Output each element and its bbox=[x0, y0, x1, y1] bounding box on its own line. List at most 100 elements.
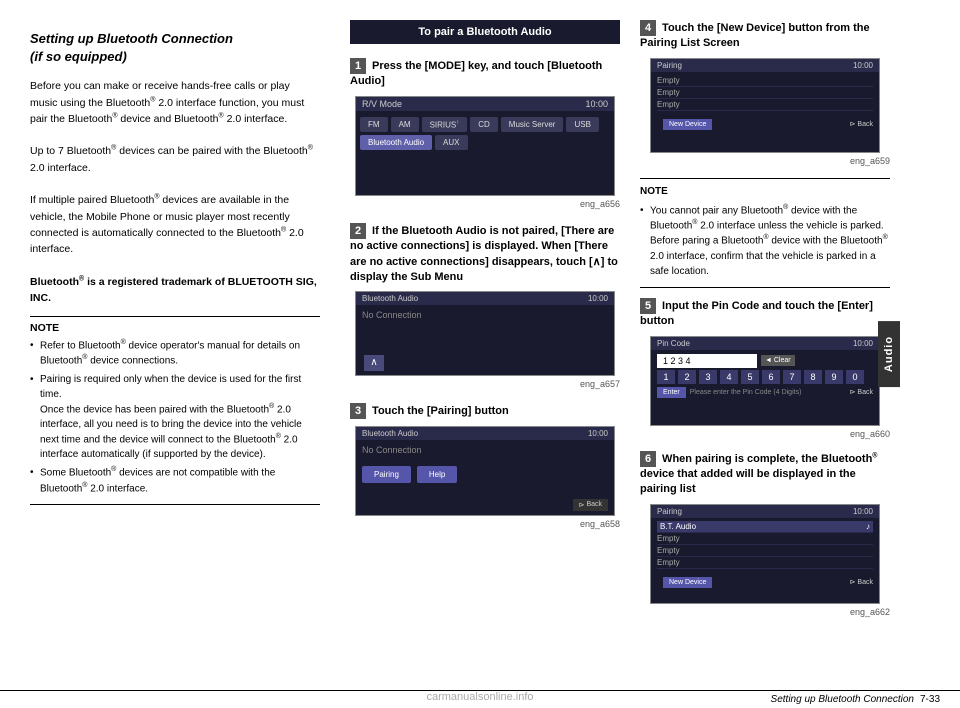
radio-screen-caption: eng_a656 bbox=[350, 199, 620, 209]
plist-time: 10:00 bbox=[853, 61, 873, 70]
pairing-no-conn: No Connection bbox=[362, 441, 422, 459]
pin-clear-btn[interactable]: ◄ Clear bbox=[761, 355, 795, 366]
pin-8[interactable]: 8 bbox=[804, 370, 822, 384]
pin-placeholder: Please enter the Pin Code (4 Digits) bbox=[690, 389, 802, 396]
left-note-title: NOTE bbox=[30, 322, 320, 334]
note-item-3: Some Bluetooth® devices are not compatib… bbox=[30, 465, 320, 496]
pin-back-btn[interactable]: ⊳ Back bbox=[850, 388, 873, 396]
bt-noconn-caption: eng_a657 bbox=[350, 379, 620, 389]
pairing-back-btn[interactable]: ⊳ Back bbox=[573, 499, 608, 511]
right-note-box: NOTE You cannot pair any Bluetooth® devi… bbox=[640, 178, 890, 288]
section-title: Setting up Bluetooth Connection (if so e… bbox=[30, 30, 320, 66]
right-column: 4 Touch the [New Device] button from the… bbox=[630, 0, 900, 708]
step-5-label: 5 Input the Pin Code and touch the [Ente… bbox=[640, 298, 890, 330]
intro-text: Before you can make or receive hands-fre… bbox=[30, 78, 320, 306]
pin-0[interactable]: 0 bbox=[846, 370, 864, 384]
radio-screen-time: 10:00 bbox=[585, 99, 608, 109]
pairing-screen-time: 10:00 bbox=[588, 429, 608, 438]
step-4-num: 4 bbox=[640, 20, 656, 36]
left-note-list: Refer to Bluetooth® device operator's ma… bbox=[30, 338, 320, 496]
step-6-num: 6 bbox=[640, 451, 656, 467]
bt-noconn-screen: Bluetooth Audio 10:00 No Connection ∧ bbox=[355, 291, 615, 376]
step-4-label: 4 Touch the [New Device] button from the… bbox=[640, 20, 890, 52]
complete-item-2: Empty bbox=[657, 533, 873, 545]
pairing-screen-topbar: Bluetooth Audio 10:00 bbox=[356, 427, 614, 440]
bluetooth-audio-btn[interactable]: Bluetooth Audio bbox=[360, 135, 432, 150]
usb-btn[interactable]: USB bbox=[566, 117, 598, 133]
step-2-num: 2 bbox=[350, 223, 366, 239]
plist-bottom: New Device ⊳ Back bbox=[651, 114, 879, 135]
plist-item-2: Empty bbox=[657, 87, 873, 99]
complete-item-4: Empty bbox=[657, 557, 873, 569]
pin-topbar: Pin Code 10:00 bbox=[651, 337, 879, 350]
aux-btn[interactable]: AUX bbox=[435, 135, 467, 150]
pin-code-screen: Pin Code 10:00 1 2 3 4 ◄ Clear 1 2 3 4 5… bbox=[650, 336, 880, 426]
complete-time: 10:00 bbox=[853, 507, 873, 516]
new-device-btn[interactable]: New Device bbox=[663, 119, 712, 130]
pin-numpad: 1 2 3 4 5 6 7 8 9 0 bbox=[651, 370, 879, 384]
step-5-num: 5 bbox=[640, 298, 656, 314]
no-conn-status: No Connection bbox=[362, 306, 422, 324]
complete-new-device-btn[interactable]: New Device bbox=[663, 577, 712, 588]
left-note-box: NOTE Refer to Bluetooth® device operator… bbox=[30, 316, 320, 505]
right-note-list: You cannot pair any Bluetooth® device wi… bbox=[640, 203, 890, 279]
step-3-num: 3 bbox=[350, 403, 366, 419]
pin-title: Pin Code bbox=[657, 339, 690, 348]
complete-back-btn[interactable]: ⊳ Back bbox=[850, 578, 873, 586]
step-5-block: 5 Input the Pin Code and touch the [Ente… bbox=[640, 298, 890, 439]
step-3-label: 3 Touch the [Pairing] button bbox=[350, 403, 620, 419]
pairing-screen-area: No Connection bbox=[356, 440, 614, 460]
plist-items: Empty Empty Empty bbox=[651, 72, 879, 114]
right-note-title: NOTE bbox=[640, 184, 890, 199]
right-note-item-1: You cannot pair any Bluetooth® device wi… bbox=[640, 203, 890, 279]
submenu-arrow-btn[interactable]: ∧ bbox=[364, 355, 384, 371]
left-column: Setting up Bluetooth Connection (if so e… bbox=[0, 0, 340, 708]
step-3-block: 3 Touch the [Pairing] button Bluetooth A… bbox=[350, 403, 620, 528]
step-6-label: 6 When pairing is complete, the Bluetoot… bbox=[640, 451, 890, 498]
complete-title: Pairing bbox=[657, 507, 682, 516]
pin-1[interactable]: 1 bbox=[657, 370, 675, 384]
radio-screen: R/V Mode 10:00 FM AM SIRIUS↑ CD Music Se… bbox=[355, 96, 615, 196]
watermark: carmanualsonline.info bbox=[426, 691, 533, 703]
bt-noconn-time: 10:00 bbox=[588, 294, 608, 303]
pairing-screen-title: Bluetooth Audio bbox=[362, 429, 418, 438]
note-item-2: Pairing is required only when the device… bbox=[30, 372, 320, 463]
pin-7[interactable]: 7 bbox=[783, 370, 801, 384]
pin-4[interactable]: 4 bbox=[720, 370, 738, 384]
sirius-btn[interactable]: SIRIUS↑ bbox=[422, 117, 468, 133]
plist-back-btn[interactable]: ⊳ Back bbox=[850, 120, 873, 128]
fm-btn[interactable]: FM bbox=[360, 117, 388, 133]
bt-noconn-title: Bluetooth Audio bbox=[362, 294, 418, 303]
cd-btn[interactable]: CD bbox=[470, 117, 498, 133]
pin-caption: eng_a660 bbox=[640, 429, 890, 439]
bt-noconn-area: No Connection bbox=[356, 305, 614, 325]
pin-5[interactable]: 5 bbox=[741, 370, 759, 384]
pin-3[interactable]: 3 bbox=[699, 370, 717, 384]
complete-bottom: New Device ⊳ Back bbox=[651, 572, 879, 593]
pin-field[interactable]: 1 2 3 4 bbox=[657, 354, 757, 368]
plist-title: Pairing bbox=[657, 61, 682, 70]
complete-items: B.T. Audio ♪ Empty Empty Empty bbox=[651, 518, 879, 572]
pairing-screen-caption: eng_a658 bbox=[350, 519, 620, 529]
page-title: Setting up Bluetooth Connection bbox=[30, 31, 233, 46]
pin-9[interactable]: 9 bbox=[825, 370, 843, 384]
am-btn[interactable]: AM bbox=[391, 117, 419, 133]
step-1-label: 1 Press the [MODE] key, and touch [Bluet… bbox=[350, 58, 620, 90]
page-container: Setting up Bluetooth Connection (if so e… bbox=[0, 0, 960, 708]
audio-sidebar-tab: Audio bbox=[878, 321, 900, 387]
music-server-btn[interactable]: Music Server bbox=[501, 117, 564, 133]
pairing-btn[interactable]: Pairing bbox=[362, 466, 411, 483]
middle-column: To pair a Bluetooth Audio 1 Press the [M… bbox=[340, 0, 630, 708]
pin-bottom: Enter Please enter the Pin Code (4 Digit… bbox=[651, 384, 879, 401]
pin-2[interactable]: 2 bbox=[678, 370, 696, 384]
pin-6[interactable]: 6 bbox=[762, 370, 780, 384]
step-2-label: 2 If the Bluetooth Audio is not paired, … bbox=[350, 223, 620, 286]
plist-caption: eng_a659 bbox=[640, 156, 890, 166]
help-btn[interactable]: Help bbox=[417, 466, 457, 483]
step-1-num: 1 bbox=[350, 58, 366, 74]
radio-screen-title: R/V Mode bbox=[362, 99, 402, 109]
enter-btn[interactable]: Enter bbox=[657, 387, 686, 398]
step-4-block: 4 Touch the [New Device] button from the… bbox=[640, 20, 890, 166]
plist-topbar: Pairing 10:00 bbox=[651, 59, 879, 72]
step-6-block: 6 When pairing is complete, the Bluetoot… bbox=[640, 451, 890, 617]
